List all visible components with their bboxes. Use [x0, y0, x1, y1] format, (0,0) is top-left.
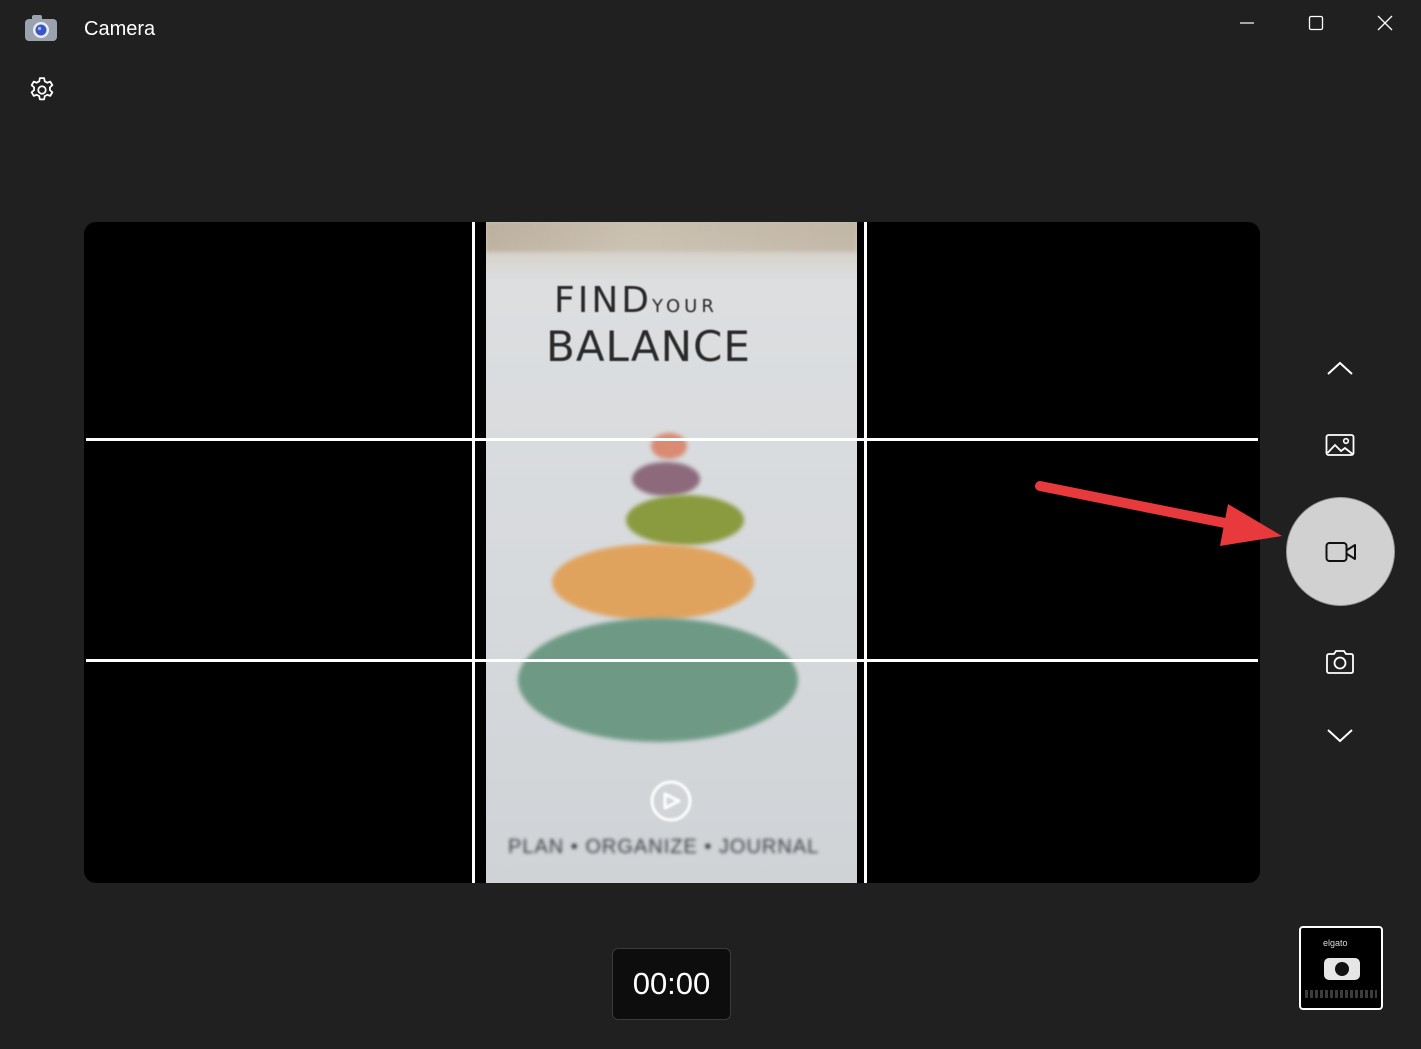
- camera-app-icon: [24, 14, 58, 42]
- thumbnail-brand-text: elgato: [1323, 938, 1348, 948]
- video-mode-button[interactable]: [1286, 497, 1395, 606]
- stone: [632, 462, 700, 496]
- feed-headline-balance: BALANCE: [546, 322, 751, 371]
- maximize-button[interactable]: [1282, 0, 1350, 46]
- mode-scroll-up-button[interactable]: [1312, 340, 1368, 396]
- thumbnail-fine-print: [1305, 990, 1377, 998]
- close-button[interactable]: [1351, 0, 1419, 46]
- camera-feed: FINDYOUR BALANCE PLAN • ORGANIZE • JOURN…: [486, 222, 857, 883]
- photo-mode-button[interactable]: [1312, 417, 1368, 473]
- minimize-button[interactable]: [1213, 0, 1281, 46]
- settings-button[interactable]: [22, 70, 62, 110]
- gear-icon: [30, 77, 54, 101]
- chevron-up-icon: [1327, 361, 1353, 375]
- minimize-icon: [1240, 22, 1254, 24]
- elgato-logo-icon: [650, 780, 692, 822]
- title-bar: Camera: [0, 0, 1421, 54]
- video-camera-icon: [1325, 541, 1356, 562]
- camera-viewfinder[interactable]: FINDYOUR BALANCE PLAN • ORGANIZE • JOURN…: [84, 222, 1260, 883]
- recording-timer: 00:00: [612, 948, 731, 1020]
- grid-line-horizontal: [86, 438, 1258, 441]
- grid-line-vertical: [472, 222, 475, 883]
- landscape-photo-icon: [1325, 434, 1355, 456]
- chevron-down-icon: [1327, 729, 1353, 743]
- photo-capture-button[interactable]: [1312, 634, 1368, 690]
- grid-line-vertical: [864, 222, 867, 883]
- last-capture-thumbnail[interactable]: elgato: [1299, 926, 1383, 1010]
- stone: [552, 544, 754, 620]
- window-title: Camera: [84, 18, 156, 40]
- stone: [626, 495, 744, 545]
- feed-tagline: PLAN • ORGANIZE • JOURNAL: [508, 836, 820, 858]
- feed-background: [486, 222, 857, 252]
- feed-headline-your: YOUR: [651, 296, 718, 317]
- mode-scroll-down-button[interactable]: [1312, 708, 1368, 764]
- camera-icon: [1326, 650, 1354, 674]
- thumbnail-camera-image: [1324, 958, 1360, 980]
- close-icon: [1377, 15, 1393, 31]
- maximize-icon: [1308, 15, 1324, 31]
- stone: [651, 433, 687, 459]
- stone: [518, 618, 798, 742]
- feed-headline-find: FINDYOUR: [554, 280, 718, 321]
- grid-line-horizontal: [86, 659, 1258, 662]
